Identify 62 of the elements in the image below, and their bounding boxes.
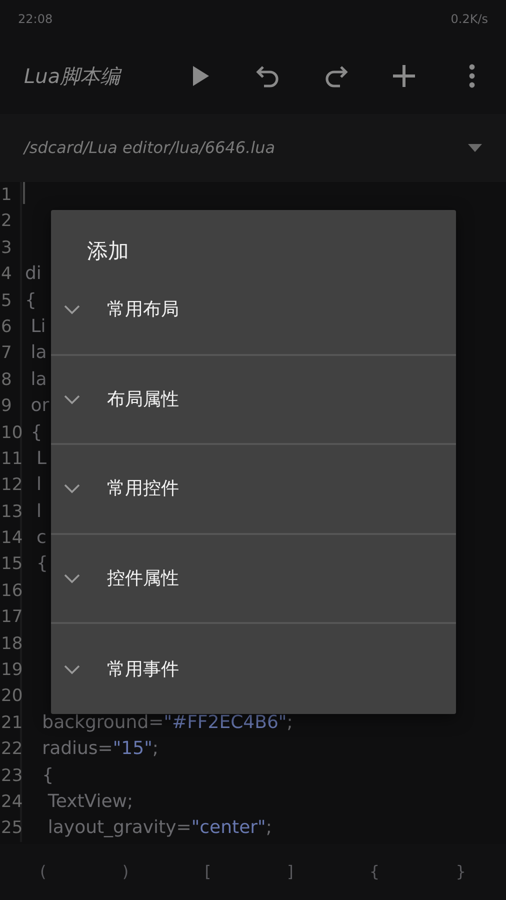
code-line: l bbox=[35, 473, 42, 498]
category-item[interactable]: 控件属性 bbox=[51, 534, 456, 624]
dialog-title: 添加 bbox=[86, 238, 130, 265]
line-number: 15 bbox=[0, 551, 22, 578]
line-number: 19 bbox=[0, 657, 22, 684]
symbol-key[interactable]: ( bbox=[30, 856, 56, 888]
code-line: { bbox=[35, 552, 48, 576]
line-number: 20 bbox=[0, 683, 22, 710]
line-number: 6 bbox=[0, 314, 22, 340]
symbol-key[interactable]: ) bbox=[112, 856, 139, 888]
app-title: Lua脚本编 bbox=[24, 63, 123, 90]
category-item[interactable]: 布局属性 bbox=[51, 356, 456, 446]
line-number: 21 bbox=[0, 710, 22, 736]
line-number: 9 bbox=[0, 393, 22, 420]
line-number: 12 bbox=[0, 472, 22, 499]
code-line: di bbox=[24, 262, 42, 286]
text-cursor bbox=[23, 182, 25, 204]
symbol-key[interactable]: ] bbox=[277, 856, 304, 888]
code-line: layout_gravity="center"; bbox=[46, 816, 272, 840]
chevron-down-icon bbox=[63, 573, 81, 584]
code-line: L bbox=[35, 446, 46, 471]
status-time: 22:08 bbox=[18, 11, 53, 28]
dropdown-icon[interactable] bbox=[468, 144, 482, 152]
line-number: 2 bbox=[0, 208, 22, 235]
code-line: Li bbox=[30, 314, 46, 339]
line-number: 5 bbox=[0, 288, 22, 314]
line-number: 10 bbox=[0, 420, 22, 446]
line-number: 25 bbox=[0, 815, 22, 842]
code-line: la bbox=[30, 368, 47, 392]
line-number: 18 bbox=[0, 630, 22, 658]
line-number: 14 bbox=[0, 525, 22, 552]
code-line: la bbox=[30, 341, 47, 366]
symbol-key[interactable]: { bbox=[359, 856, 390, 888]
chevron-down-icon bbox=[63, 394, 81, 405]
code-line: l bbox=[35, 500, 42, 524]
line-number: 7 bbox=[0, 340, 22, 367]
code-line: TextView; bbox=[46, 790, 134, 814]
category-item[interactable]: 常用控件 bbox=[51, 445, 456, 535]
file-path[interactable]: /sdcard/Lua editor/lua/6646.lua bbox=[24, 136, 276, 160]
code-line: radius="15"; bbox=[41, 737, 158, 762]
chevron-down-icon bbox=[63, 664, 81, 675]
line-number: 24 bbox=[0, 788, 22, 816]
symbol-key[interactable]: } bbox=[446, 856, 476, 888]
chevron-down-icon bbox=[63, 483, 81, 494]
network-speed: 0.2K/s bbox=[450, 11, 488, 28]
code-line: or bbox=[30, 394, 50, 418]
code-line: c bbox=[35, 526, 46, 550]
symbol-key[interactable]: [ bbox=[194, 856, 221, 888]
category-item[interactable]: 常用布局 bbox=[51, 266, 456, 356]
line-number: 3 bbox=[0, 234, 22, 262]
line-number: 23 bbox=[0, 762, 22, 789]
code-line: { bbox=[24, 288, 36, 313]
line-number: 22 bbox=[0, 736, 22, 763]
line-number: 17 bbox=[0, 604, 22, 631]
code-line: { bbox=[41, 764, 54, 788]
code-line: { bbox=[30, 420, 42, 445]
line-number: 11 bbox=[0, 446, 22, 472]
line-number: 13 bbox=[0, 498, 22, 526]
line-number: 16 bbox=[0, 578, 22, 604]
chevron-down-icon bbox=[63, 304, 81, 316]
line-number: 8 bbox=[0, 366, 22, 394]
line-number: 4 bbox=[0, 261, 22, 288]
